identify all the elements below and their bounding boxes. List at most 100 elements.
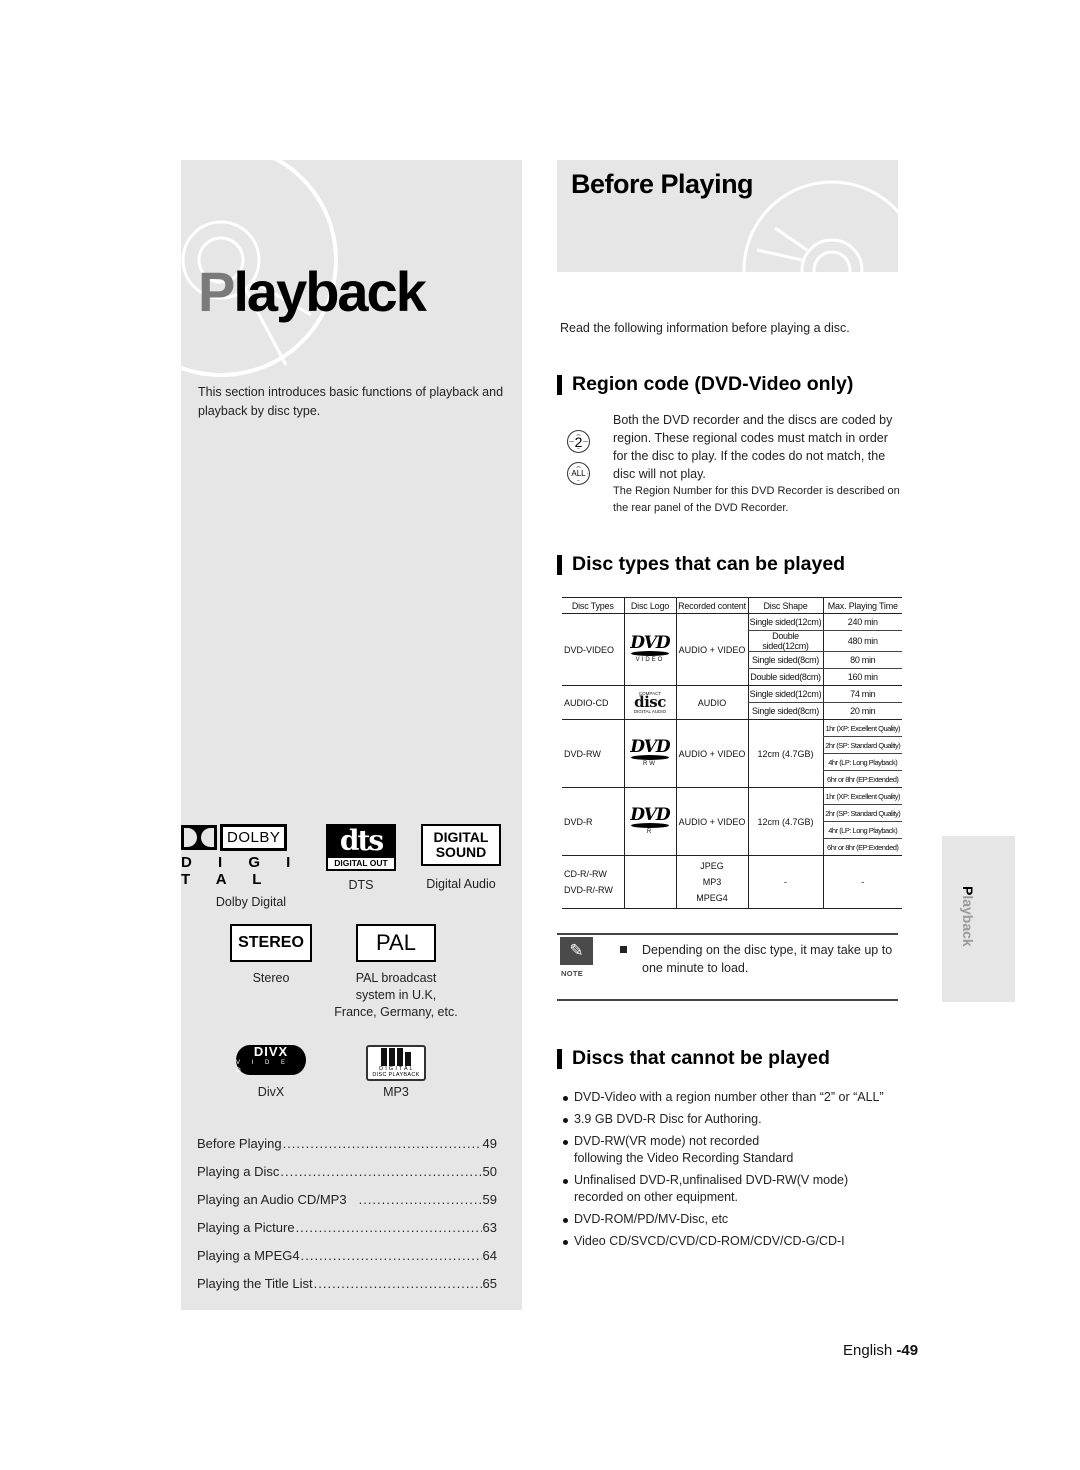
region-number: 2 [573, 433, 584, 450]
toc-item[interactable]: Playing an Audio CD/MP3 59 [197, 1186, 497, 1214]
time-cell: 2hr (SP: Standard Quality) [822, 804, 902, 822]
column-header: Disc Types [562, 597, 624, 614]
dvd-video-logo: DVD VIDEO [625, 632, 676, 664]
logo-sub: R [646, 828, 654, 835]
side-tab-label: Playback [960, 886, 976, 947]
table-row: AUDIO-CD COMPACT disc DIGITAL AUDIO AUDIO … [562, 685, 902, 720]
format-logos-row: DIVX V I D E O DivX D I G I T A L DISC P… [181, 1045, 522, 1101]
disc-logo-cell: DVD RW [623, 719, 676, 788]
mp3-bars-icon [381, 1048, 411, 1066]
column-header: Max. Playing Time [822, 597, 902, 614]
time-cell: 6hr or 8hr (EP:Extended) [822, 838, 902, 856]
compact-disc-logo: COMPACT disc DIGITAL AUDIO [625, 691, 676, 714]
toc-leader [301, 1242, 482, 1270]
toc-label: Playing a Picture [197, 1220, 295, 1235]
time-cell: 1hr (XP: Excellent Quality) [822, 719, 902, 737]
heading-text: Discs that cannot be played [572, 1047, 830, 1069]
dvd-r-logo: DVD R [625, 806, 676, 836]
toc-item[interactable]: Playing a Disc 50 [197, 1158, 497, 1186]
region-number: ALL [570, 467, 587, 480]
side-tab-initial: P [960, 886, 976, 896]
footer-language: English [843, 1342, 893, 1359]
content-cell: AUDIO + VIDEO [675, 613, 748, 686]
dts-item: dts DIGITAL OUT DTS [321, 824, 401, 911]
logo-sub: DIGITAL AUDIO [633, 709, 667, 714]
toc-leader [280, 1158, 481, 1186]
dts-logo: dts DIGITAL OUT [326, 824, 396, 871]
heading-bar [557, 374, 562, 395]
time-cell: 2hr (SP: Standard Quality) [822, 736, 902, 754]
logo-word: DVD [630, 736, 670, 757]
time-cell: 4hr (LP: Long Playback) [822, 753, 902, 771]
section-intro: Read the following information before pl… [560, 321, 850, 335]
disc-types-table: Disc Types Disc Logo Recorded content Di… [562, 597, 902, 909]
logo-word: DVD [630, 632, 670, 653]
logo-caption: DTS [348, 878, 374, 892]
shape-cell: 12cm (4.7GB) [747, 787, 823, 856]
time-cell: 160 min [822, 668, 902, 686]
section-header: Before Playing [557, 160, 898, 272]
table-row: DVD-VIDEO DVD VIDEO AUDIO + VIDEO Single … [562, 613, 902, 686]
note-text: Depending on the disc type, it may take … [642, 943, 893, 975]
chapter-side-tab[interactable]: Playback [942, 836, 1015, 1002]
toc-item[interactable]: Playing a MPEG4 64 [197, 1242, 497, 1270]
time-cell: - [822, 855, 902, 909]
cannot-play-list: DVD-Video with a region number other tha… [560, 1089, 900, 1255]
heading-text: Disc types that can be played [572, 553, 846, 575]
region-icons: 2 ALL [567, 430, 590, 494]
time-cell: 480 min [822, 630, 902, 652]
page-footer: English -49 [843, 1342, 918, 1359]
type-line: CD-R/-RW [564, 869, 607, 879]
disc-logo-cell [623, 855, 676, 909]
pencil-note-icon: ✎ [560, 937, 593, 965]
chapter-toc: Before Playing 49 Playing a Disc 50 Playin… [197, 1130, 497, 1298]
list-item: Video CD/SVCD/CVD/CD-ROM/CDV/CD-G/CD-I [560, 1233, 900, 1250]
caption-line: France, Germany, etc. [334, 1005, 458, 1019]
chapter-panel: Playback This section introduces basic f… [181, 160, 522, 1310]
dts-word: dts [339, 824, 384, 857]
chapter-title-initial: P [198, 260, 235, 323]
content-cell: AUDIO + VIDEO [675, 719, 748, 788]
dvd-rw-logo: DVD RW [625, 736, 676, 768]
shape-cell: - [747, 855, 823, 909]
column-header: Disc Shape [747, 597, 823, 614]
toc-item[interactable]: Playing the Title List 65 [197, 1270, 497, 1298]
content-cell: AUDIO [675, 685, 748, 720]
shape-cell: Single sided(12cm) [747, 685, 823, 703]
pal-caption: PAL broadcast system in U.K, France, Ger… [334, 970, 457, 1021]
video-logos-row: STEREO Stereo PAL PAL broadcast system i… [181, 924, 522, 1021]
dts-digital-out: DIGITAL OUT [328, 858, 394, 869]
mp3-playback-word: DISC PLAYBACK [372, 1072, 420, 1078]
dolby-digital-word: D I G I T A L [181, 854, 302, 888]
square-bullet-icon [620, 946, 627, 953]
toc-item[interactable]: Before Playing 49 [197, 1130, 497, 1158]
logo-sub: RW [643, 760, 657, 767]
caption-line: PAL broadcast [355, 971, 437, 985]
column-header: Recorded content [675, 597, 748, 614]
toc-item[interactable]: Playing a Picture 63 [197, 1214, 497, 1242]
divx-word: DIVX [253, 1044, 289, 1059]
sound-word: SOUND [435, 844, 487, 860]
toc-leader [359, 1186, 482, 1214]
content-line: MP3 [702, 877, 722, 887]
logo-sub: VIDEO [635, 656, 665, 663]
logo-word: disc [634, 693, 666, 711]
divx-logo: DIVX V I D E O [236, 1045, 306, 1075]
digital-audio-item: DIGITAL SOUND Digital Audio [401, 824, 521, 911]
logo-caption: DivX [257, 1085, 285, 1099]
disc-logo-cell: DVD R [623, 787, 676, 856]
mp3-item: D I G I T A L DISC PLAYBACK MP3 [321, 1045, 471, 1101]
shape-cell: Single sided(12cm) [747, 613, 823, 631]
content-line: MPEG4 [696, 893, 728, 903]
side-tab-rest: layback [960, 895, 976, 947]
heading-bar [557, 1048, 562, 1069]
toc-label: Playing the Title List [197, 1276, 313, 1291]
toc-label: Before Playing [197, 1136, 282, 1151]
pal-item: PAL PAL broadcast system in U.K, France,… [321, 924, 471, 1021]
shape-cell: Double sided(12cm) [747, 630, 823, 652]
pal-logo: PAL [356, 924, 436, 962]
content-cell: AUDIO + VIDEO [675, 787, 748, 856]
cannot-play-heading: Discs that cannot be played [557, 1047, 830, 1070]
column-header: Disc Logo [623, 597, 676, 614]
toc-page: 50 [482, 1164, 497, 1179]
